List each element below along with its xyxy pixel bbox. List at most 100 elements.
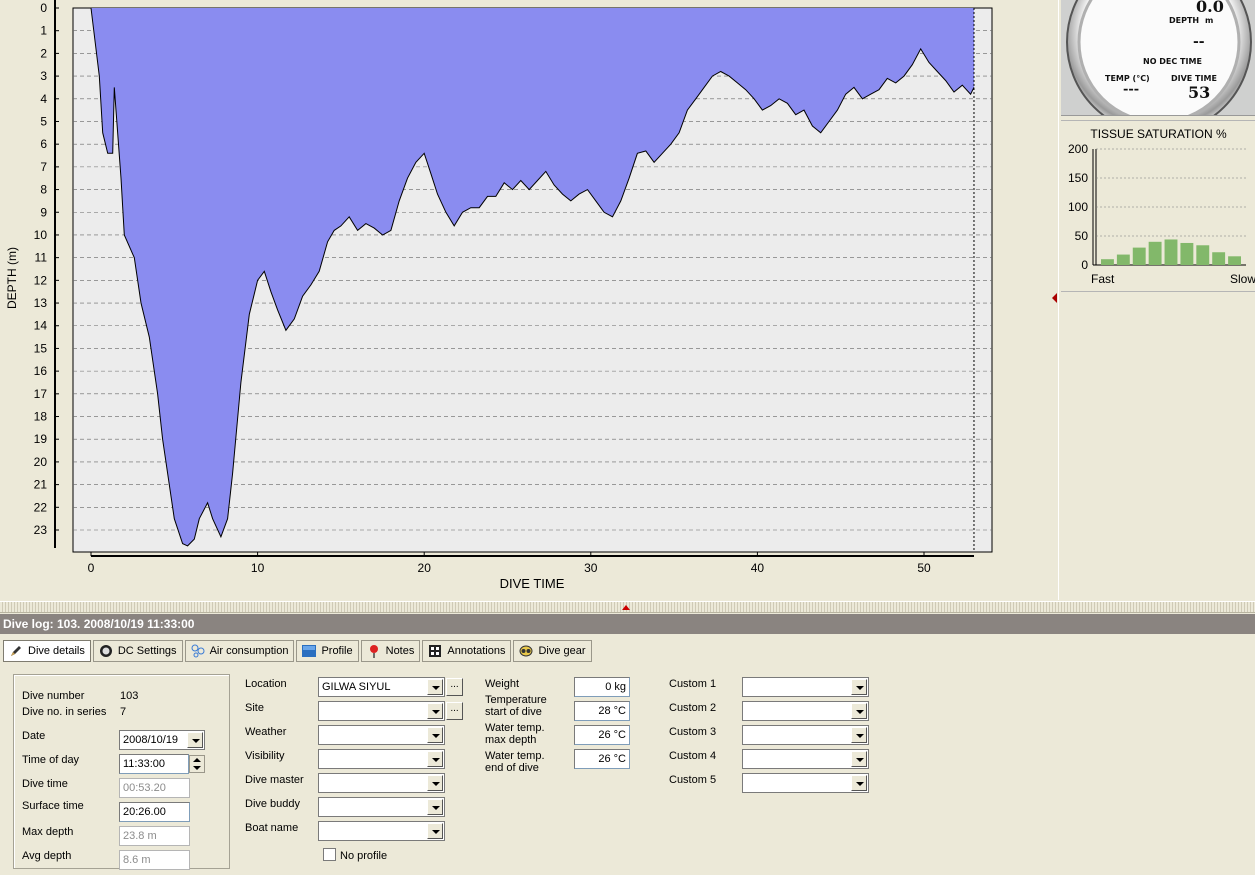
- gauge-ndl-label: NO DEC TIME: [1143, 57, 1202, 66]
- x-tick-label: 0: [88, 561, 95, 575]
- chevron-down-icon[interactable]: [427, 703, 443, 719]
- y-tick-label: 18: [34, 410, 48, 424]
- chevron-down-icon[interactable]: [427, 775, 443, 791]
- dive-time-field: 00:53.20: [119, 778, 190, 798]
- pane-splitter[interactable]: [0, 601, 1255, 613]
- location-browse-button[interactable]: ...: [446, 678, 463, 696]
- weather-select[interactable]: [318, 725, 445, 745]
- tab-dc-settings[interactable]: DC Settings: [92, 640, 183, 662]
- date-picker[interactable]: 2008/10/19: [119, 730, 205, 750]
- y-tick-label: 19: [34, 432, 48, 446]
- spin-down-icon[interactable]: [193, 766, 201, 770]
- tab-air-consumption[interactable]: Air consumption: [184, 640, 295, 662]
- dive-master-select[interactable]: [318, 773, 445, 793]
- time-of-day-input[interactable]: 11:33:00: [119, 754, 189, 774]
- no-profile-checkbox[interactable]: [323, 848, 336, 861]
- tissue-bar: [1116, 254, 1130, 265]
- tab-notes[interactable]: Notes: [360, 640, 421, 662]
- dive-details-panel: Dive number 103 Dive no. in series 7 Dat…: [0, 666, 1255, 875]
- tissue-bar: [1101, 259, 1114, 265]
- spin-up-icon[interactable]: [193, 758, 201, 762]
- tissue-bar: [1196, 245, 1210, 265]
- tissue-bar: [1164, 239, 1178, 265]
- gauge-ndl-value: --: [1193, 34, 1205, 50]
- gauge-temp-value: ---: [1123, 82, 1140, 97]
- y-tick-label: 10: [34, 228, 48, 242]
- gauge-depth-unit: m: [1205, 16, 1214, 25]
- y-tick-label: 1: [40, 24, 47, 38]
- y-tick-label: 4: [40, 92, 47, 106]
- y-tick-label: 21: [34, 478, 48, 492]
- custom4-select[interactable]: [742, 749, 869, 769]
- chevron-down-icon[interactable]: [187, 732, 203, 748]
- y-tick-label: 20: [34, 455, 48, 469]
- detail-tabs: Dive details DC Settings Air consumption…: [3, 640, 592, 664]
- no-profile-label: No profile: [340, 850, 388, 862]
- y-tick-label: 7: [40, 160, 47, 174]
- tissue-bar: [1132, 247, 1146, 265]
- x-tick-label: 20: [418, 561, 432, 575]
- dive-info-group: Dive number 103 Dive no. in series 7 Dat…: [13, 674, 230, 870]
- y-tick-label: 8: [40, 183, 47, 197]
- chevron-down-icon[interactable]: [851, 727, 867, 743]
- custom3-select[interactable]: [742, 725, 869, 745]
- tab-dive-gear[interactable]: Dive gear: [513, 640, 592, 662]
- site-browse-button[interactable]: ...: [446, 702, 463, 720]
- collapse-arrow-icon[interactable]: [622, 605, 630, 610]
- dive-buddy-label: Dive buddy: [245, 798, 301, 810]
- y-axis-label: DEPTH (m): [5, 247, 19, 309]
- boat-name-select[interactable]: [318, 821, 445, 841]
- location-value: GILWA SIYUL: [322, 681, 391, 693]
- tissue-y-tick-label: 100: [1068, 200, 1088, 214]
- tab-dive-details[interactable]: Dive details: [3, 640, 91, 662]
- custom2-select[interactable]: [742, 701, 869, 721]
- chevron-down-icon[interactable]: [427, 751, 443, 767]
- right-pane: 0.0 DEPTH m -- NO DEC TIME TEMP (°C) DIV…: [1058, 0, 1255, 600]
- location-select[interactable]: GILWA SIYUL: [318, 677, 445, 697]
- series-value: 7: [120, 706, 127, 718]
- chevron-down-icon[interactable]: [851, 679, 867, 695]
- tab-label: Profile: [321, 645, 353, 657]
- y-tick-label: 23: [34, 523, 48, 537]
- chevron-down-icon[interactable]: [427, 727, 443, 743]
- weight-label: Weight: [485, 678, 520, 690]
- tissue-saturation-chart: 200 150 100 50 0Fast Slow: [1068, 142, 1255, 286]
- tab-profile[interactable]: Profile: [296, 640, 359, 662]
- avg-depth-field: 8.6 m: [119, 850, 190, 870]
- dive-buddy-select[interactable]: [318, 797, 445, 817]
- chevron-down-icon[interactable]: [427, 799, 443, 815]
- dive-computer-icon: [98, 643, 114, 659]
- tissue-fast-label: Fast: [1091, 272, 1115, 286]
- weight-input[interactable]: 0 kg: [574, 677, 630, 697]
- tissue-y-tick-label: 150: [1068, 171, 1088, 185]
- temp-max-input[interactable]: 26 °C: [574, 725, 630, 745]
- temp-end-label-line2: end of dive: [485, 762, 539, 774]
- chevron-down-icon[interactable]: [427, 679, 443, 695]
- chevron-down-icon[interactable]: [851, 751, 867, 767]
- time-spinner[interactable]: [189, 755, 205, 773]
- temp-end-input[interactable]: 26 °C: [574, 749, 630, 769]
- chevron-down-icon[interactable]: [427, 823, 443, 839]
- weather-label: Weather: [245, 726, 287, 738]
- tissue-bar: [1180, 242, 1194, 265]
- gauge-dive-time-value: 53: [1188, 83, 1211, 102]
- tab-label: Annotations: [447, 645, 506, 657]
- temp-start-input[interactable]: 28 °C: [574, 701, 630, 721]
- bubbles-icon: [190, 643, 206, 659]
- dive-number-value: 103: [120, 690, 139, 702]
- chevron-down-icon[interactable]: [851, 703, 867, 719]
- expand-arrow-icon: [1052, 293, 1057, 303]
- custom2-label: Custom 2: [669, 702, 717, 714]
- chevron-down-icon[interactable]: [851, 775, 867, 791]
- custom5-select[interactable]: [742, 773, 869, 793]
- dive-log-title: Dive log: 103. 2008/10/19 11:33:00: [0, 614, 1255, 634]
- custom1-label: Custom 1: [669, 678, 717, 690]
- tab-annotations[interactable]: Annotations: [422, 640, 512, 662]
- site-select[interactable]: [318, 701, 445, 721]
- visibility-select[interactable]: [318, 749, 445, 769]
- surface-time-input[interactable]: 20:26.00: [119, 802, 190, 822]
- y-tick-label: 3: [40, 69, 47, 83]
- date-label: Date: [22, 730, 46, 742]
- x-tick-label: 40: [751, 561, 765, 575]
- custom1-select[interactable]: [742, 677, 869, 697]
